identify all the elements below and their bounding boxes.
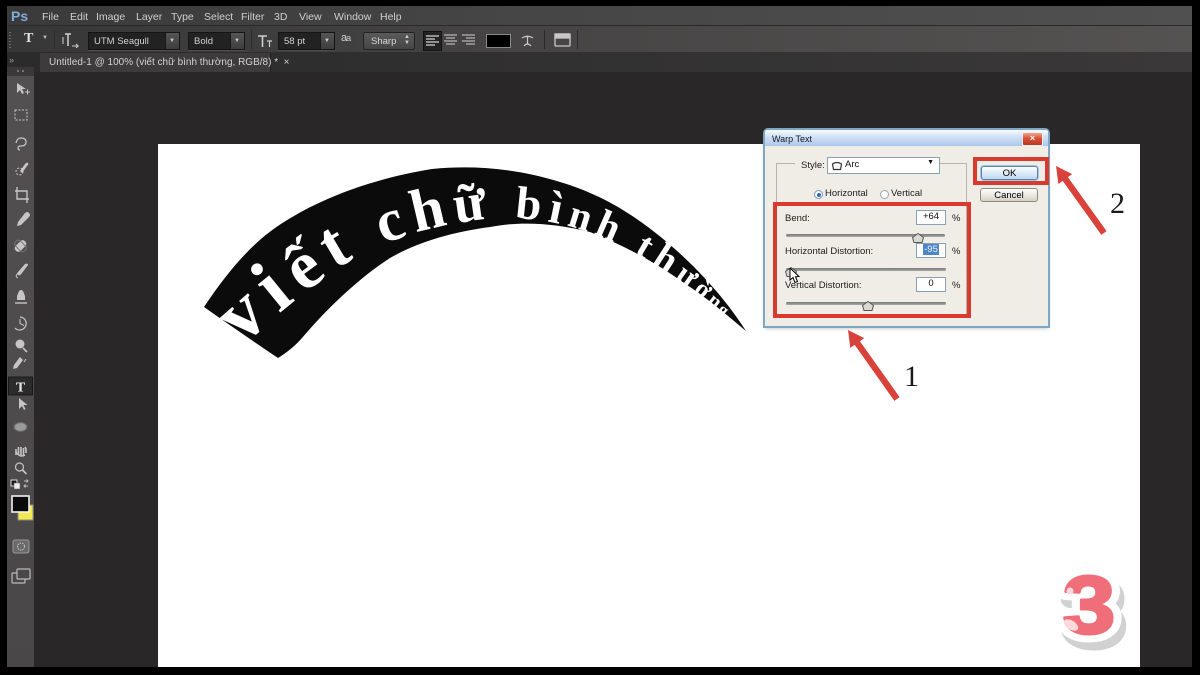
- svg-text:3: 3: [1063, 559, 1115, 651]
- svg-text:1: 1: [904, 360, 919, 393]
- svg-text:2: 2: [1110, 187, 1125, 220]
